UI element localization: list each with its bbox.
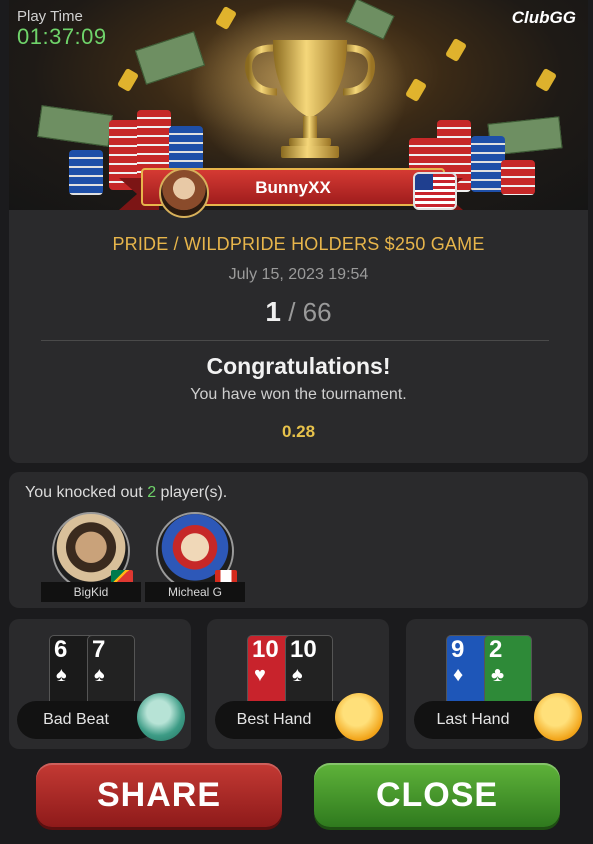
trophy-icon — [245, 40, 375, 158]
knockout-count: 2 — [147, 484, 157, 501]
play-time-label: Play Time — [17, 8, 83, 25]
money-decoration — [37, 105, 113, 147]
player-name: Micheal G — [145, 582, 245, 602]
player-name: BigKid — [41, 582, 141, 602]
chip-stack — [501, 160, 535, 195]
congrats-heading: Congratulations! — [206, 353, 391, 379]
finish-position: 1 / 66 — [9, 296, 588, 328]
card: 10 ♠ — [285, 635, 333, 709]
result-text: You have won the tournament. — [190, 386, 407, 403]
thinking-emoji-icon — [335, 693, 383, 741]
prize-amount: 0.28 — [281, 422, 316, 441]
position-separator: / — [288, 297, 296, 327]
divider — [41, 340, 549, 341]
best-hand-panel[interactable]: 10 ♥ 10 ♠ Best Hand — [207, 619, 389, 749]
tournament-title: PRIDE / WILDPRIDE HOLDERS $250 GAME — [112, 234, 485, 254]
tournament-result-panel: Play Time 01:37:09 ClubGG BunnyXX PRIDE … — [9, 0, 588, 463]
knocked-out-player[interactable]: BigKid — [41, 512, 141, 604]
card: 2 ♣ — [484, 635, 532, 709]
crying-emoji-icon — [137, 693, 185, 741]
knockout-summary: You knocked out 2 player(s). — [25, 484, 228, 501]
clubgg-logo: ClubGG — [511, 8, 576, 27]
card: 7 ♠ — [87, 635, 135, 709]
winner-avatar — [159, 168, 209, 218]
us-flag-icon — [413, 172, 457, 210]
tournament-date: July 15, 2023 19:54 — [228, 266, 369, 283]
play-time-value: 01:37:09 — [17, 24, 107, 49]
knockouts-panel: You knocked out 2 player(s). BigKid Mich… — [9, 472, 588, 608]
best-hand-button[interactable]: Best Hand — [215, 701, 355, 739]
last-hand-button[interactable]: Last Hand — [414, 701, 554, 739]
position-value: 1 — [265, 296, 281, 327]
bad-beat-panel[interactable]: 6 ♠ 7 ♠ Bad Beat — [9, 619, 191, 749]
bad-beat-button[interactable]: Bad Beat — [17, 701, 157, 739]
chip-stack — [69, 150, 103, 195]
chip-stack — [471, 136, 505, 192]
close-button[interactable]: CLOSE — [314, 763, 560, 827]
knocked-out-player[interactable]: Micheal G — [145, 512, 245, 604]
total-players: 66 — [302, 297, 332, 327]
share-button[interactable]: SHARE — [36, 763, 282, 827]
facepalm-emoji-icon — [534, 693, 582, 741]
last-hand-panel[interactable]: 9 ♦ 2 ♣ Last Hand — [406, 619, 588, 749]
